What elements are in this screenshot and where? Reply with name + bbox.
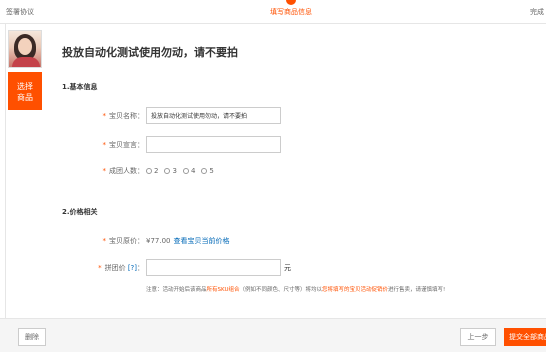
step-sign-agreement: 签署协议 [6,8,34,16]
step-fill-info: 填写商品信息 [270,8,312,16]
view-current-price-link[interactable]: 查看宝贝当前价格 [174,236,230,246]
original-price-row: * 宝贝原价： ¥77.00 查看宝贝当前价格 [60,236,230,246]
group-size-option-5[interactable]: 5 [201,167,214,175]
delete-button[interactable]: 删除 [18,328,46,346]
group-size-label: * 成团人数： [102,167,145,175]
section-price: 2.价格相关 [62,208,98,216]
group-size-option-3[interactable]: 3 [164,167,177,175]
radio-icon [182,168,189,174]
group-price-input[interactable] [146,259,281,276]
section-basic-info: 1.基本信息 [62,83,98,91]
group-price-row: * 拼团价 [?]： 元 [60,259,291,276]
name-row: * 宝贝名称： 投放自动化测试使用勿动，请不要拍 [60,107,281,124]
footer-bar: 删除 上一步 提交全部商品 [0,318,546,352]
price-note: 注意：活动开始后该商品所有SKU组合（例如不同颜色、尺寸等）将均以您将填写的宝贝… [146,287,446,293]
group-size-row: * 成团人数： 2 3 4 5 [60,166,220,176]
step-indicator: 签署协议 填写商品信息 完成 [0,0,546,24]
currency-unit: 元 [284,263,291,272]
original-price-label: * 宝贝原价： [102,237,145,245]
slogan-row: * 宝贝宣言： [60,136,281,153]
name-label: * 宝贝名称： [102,111,145,120]
note-highlight-price: 您将填写的宝贝活动促销价 [322,287,389,293]
name-input[interactable]: 投放自动化测试使用勿动，请不要拍 [146,107,281,124]
submit-all-button[interactable]: 提交全部商品 [504,328,546,346]
group-size-option-4[interactable]: 4 [182,167,195,175]
step-complete: 完成 [530,8,544,16]
radio-icon [164,168,171,174]
group-size-option-2[interactable]: 2 [146,167,158,175]
select-product-tab[interactable]: 选择 商品 [8,72,42,110]
group-price-help-icon[interactable]: [?] [128,264,137,272]
slogan-input[interactable] [146,136,281,153]
slogan-label: * 宝贝宣言： [102,140,145,149]
product-sidebar: 选择 商品 [8,30,42,110]
active-step-dot [286,0,296,5]
original-price-value: ¥77.00 [146,237,171,245]
note-highlight-sku: 所有SKU组合 [206,287,240,293]
previous-step-button[interactable]: 上一步 [460,328,496,346]
select-product-label-line2: 商品 [17,93,33,102]
product-thumbnail[interactable] [8,30,42,68]
radio-icon [146,168,152,174]
page-title: 投放自动化测试使用勿动，请不要拍 [62,46,238,59]
select-product-label-line1: 选择 [17,82,33,91]
group-price-label: * 拼团价 [?]： [98,263,144,272]
radio-icon [201,168,208,174]
